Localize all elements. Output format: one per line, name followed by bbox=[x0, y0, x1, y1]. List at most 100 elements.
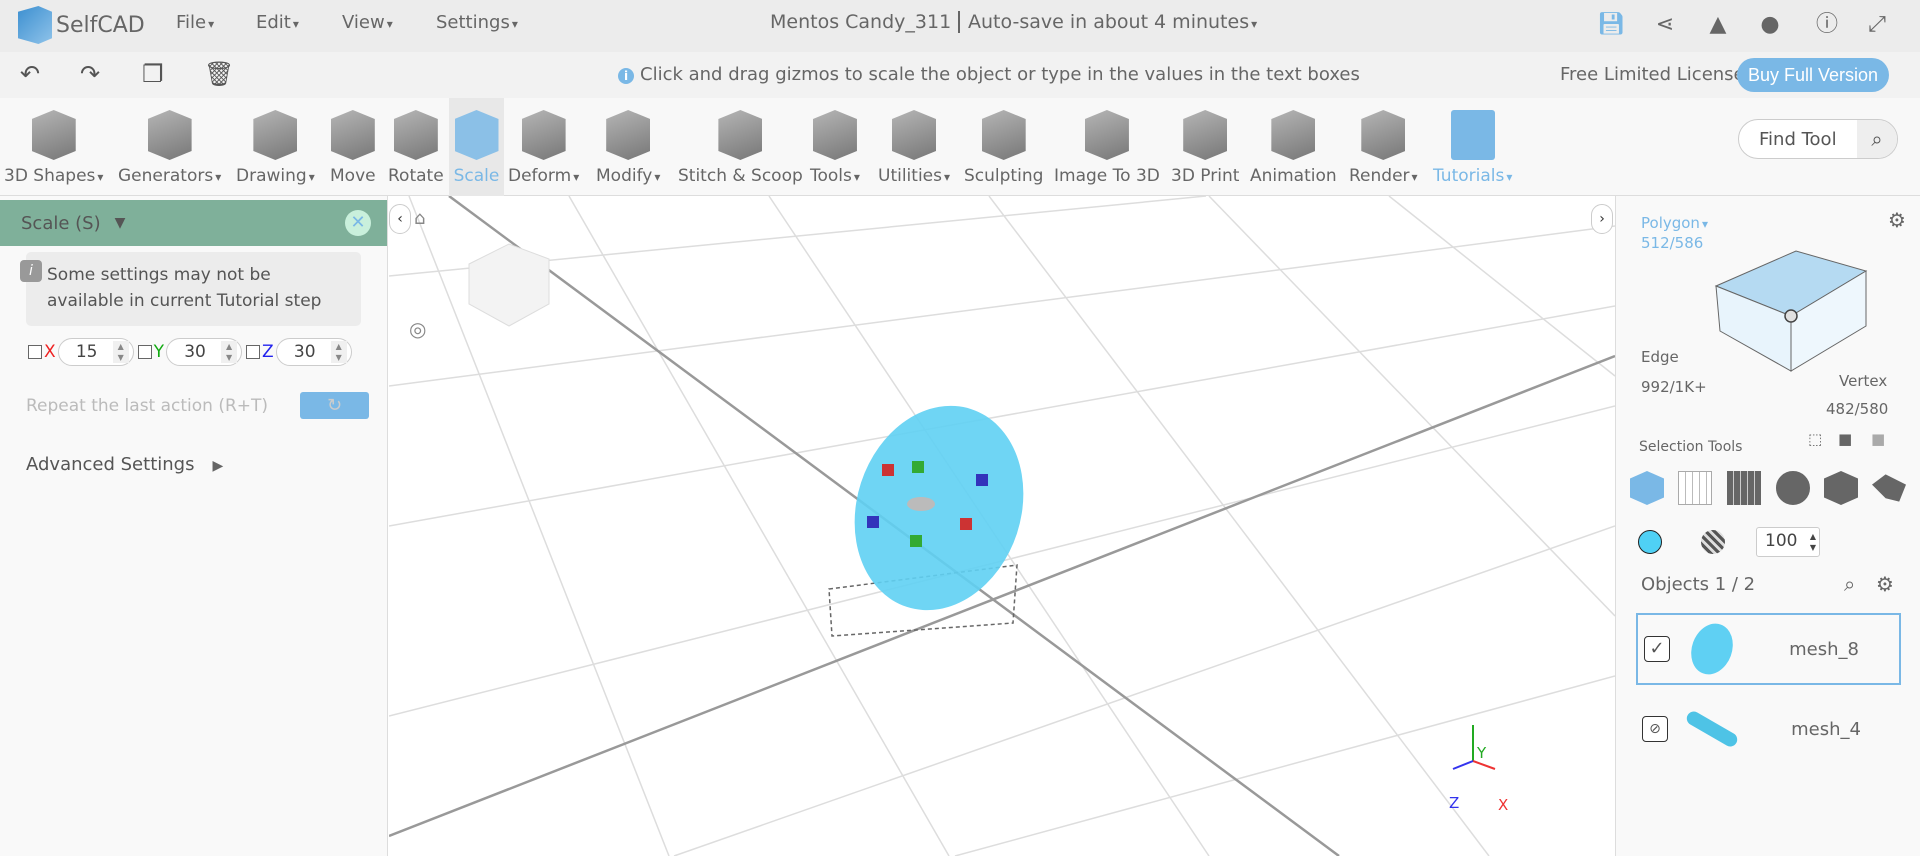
selection-mode-cube[interactable] bbox=[1706, 226, 1886, 376]
stepper-icon[interactable]: ▲ ▼ bbox=[221, 341, 238, 363]
action-bar: ↶ ↷ ❐ 🗑︎ i Click and drag gizmos to scale… bbox=[0, 52, 1920, 98]
save-icon[interactable]: 💾︎ bbox=[1596, 10, 1626, 40]
select-sphere-icon[interactable] bbox=[1776, 471, 1810, 505]
polygon-mode-dropdown[interactable]: Polygon bbox=[1641, 214, 1708, 232]
tool-rotate[interactable]: Rotate bbox=[388, 98, 444, 196]
x-lock-checkbox[interactable] bbox=[28, 345, 42, 359]
object-row-mesh-4[interactable]: ⊘ mesh_4 bbox=[1636, 693, 1901, 765]
mesh-8-thumbnail bbox=[1684, 617, 1740, 681]
axis-gizmo bbox=[1452, 725, 1496, 770]
axis-y-label: Y bbox=[1477, 744, 1487, 762]
cube-icon bbox=[31, 110, 76, 160]
menu-file[interactable]: File bbox=[176, 12, 214, 33]
bell-icon[interactable]: ▲ bbox=[1703, 10, 1733, 40]
vertex-label[interactable]: Vertex bbox=[1839, 372, 1887, 390]
material-icon[interactable] bbox=[1701, 530, 1725, 554]
panel-header[interactable]: Scale (S) ▼ ✕ bbox=[0, 200, 387, 246]
menu-settings[interactable]: Settings bbox=[436, 12, 518, 33]
info-icon: i bbox=[618, 68, 634, 84]
box-select-icon[interactable]: ⬚ bbox=[1808, 430, 1822, 448]
z-lock-checkbox[interactable] bbox=[246, 345, 261, 359]
tool-animation[interactable]: Animation bbox=[1250, 98, 1337, 196]
tool-utilities[interactable]: Utilities bbox=[878, 98, 950, 196]
caret-down-icon[interactable]: ▼ bbox=[115, 215, 126, 231]
y-lock-checkbox[interactable] bbox=[137, 345, 152, 359]
rotate-icon bbox=[393, 110, 438, 160]
document-title[interactable]: Mentos Candy_311 bbox=[770, 11, 951, 33]
tool-tutorials[interactable]: Tutorials bbox=[1433, 98, 1512, 196]
tool-deform[interactable]: Deform bbox=[508, 98, 579, 196]
modify-icon bbox=[606, 110, 651, 160]
info-icon[interactable]: ⓘ bbox=[1812, 10, 1842, 40]
y-scale-input[interactable]: 30 ▲ ▼ bbox=[166, 338, 243, 366]
menu-edit[interactable]: Edit bbox=[256, 12, 299, 33]
hint-text: i Click and drag gizmos to scale the obje… bbox=[618, 64, 1360, 85]
gear-icon[interactable]: ⚙ bbox=[1876, 572, 1894, 596]
color-swatch[interactable] bbox=[1638, 530, 1662, 554]
tool-sculpting[interactable]: Sculpting bbox=[964, 98, 1043, 196]
select-grid-icon[interactable] bbox=[1727, 471, 1761, 505]
polygon-count: 512/586 bbox=[1641, 234, 1704, 252]
visible-checkbox[interactable]: ✓ bbox=[1644, 636, 1670, 662]
redo-icon[interactable]: ↷ bbox=[80, 60, 100, 88]
find-tool-input[interactable]: Find Tool ⌕ bbox=[1738, 119, 1898, 159]
mesh-4-thumbnail bbox=[1684, 708, 1740, 750]
tool-render[interactable]: Render bbox=[1349, 98, 1418, 196]
undo-icon[interactable]: ↶ bbox=[20, 60, 40, 88]
vertex-count: 482/580 bbox=[1826, 400, 1889, 418]
mesh-8-object bbox=[854, 405, 1024, 611]
buy-full-version-button[interactable]: Buy Full Version bbox=[1737, 58, 1889, 92]
opacity-input[interactable]: 100 ▲ ▼ bbox=[1756, 527, 1820, 557]
tool-3d-print[interactable]: 3D Print bbox=[1171, 98, 1239, 196]
tool-3d-shapes[interactable]: 3D Shapes bbox=[4, 98, 103, 196]
user-icon[interactable]: ● bbox=[1755, 10, 1785, 40]
objects-count-label: Objects 1 / 2 bbox=[1641, 574, 1756, 595]
tool-drawing[interactable]: Drawing bbox=[236, 98, 315, 196]
menu-view[interactable]: View bbox=[342, 12, 393, 33]
tool-tools[interactable]: Tools bbox=[810, 98, 860, 196]
close-icon[interactable]: ✕ bbox=[345, 210, 371, 236]
tool-move[interactable]: Move bbox=[330, 98, 376, 196]
tool-scale[interactable]: Scale bbox=[449, 98, 504, 196]
fullscreen-icon[interactable]: ⤢ bbox=[1862, 10, 1892, 40]
select-object-icon[interactable] bbox=[1630, 471, 1664, 505]
gear-icon[interactable]: ⚙ bbox=[1888, 208, 1906, 232]
search-icon[interactable]: ⌕ bbox=[1844, 572, 1855, 596]
search-icon[interactable]: ⌕ bbox=[1857, 120, 1897, 158]
tool-stitch-scoop[interactable]: Stitch & Scoop bbox=[678, 98, 803, 196]
copy-icon[interactable]: ❐ bbox=[142, 60, 164, 88]
hidden-eye-icon[interactable]: ⊘ bbox=[1642, 716, 1668, 742]
z-scale-input[interactable]: 30 ▲ ▼ bbox=[275, 338, 352, 366]
collapse-left-panel-button[interactable]: ‹ bbox=[389, 204, 411, 234]
add-select-icon[interactable]: ■ bbox=[1838, 430, 1852, 448]
object-row-mesh-8[interactable]: ✓ mesh_8 bbox=[1636, 613, 1901, 685]
generator-icon bbox=[147, 110, 192, 160]
tool-modify[interactable]: Modify bbox=[596, 98, 660, 196]
axis-z-label: Z bbox=[1449, 794, 1460, 812]
share-icon[interactable]: ⋖ bbox=[1650, 10, 1680, 40]
x-scale-input[interactable]: 15 ▲ ▼ bbox=[57, 338, 134, 366]
tool-image-to-3d[interactable]: Image To 3D bbox=[1054, 98, 1160, 196]
delete-icon[interactable]: 🗑︎ bbox=[204, 60, 234, 88]
stepper-icon[interactable]: ▲ ▼ bbox=[1810, 531, 1816, 553]
tool-generators[interactable]: Generators bbox=[118, 98, 221, 196]
select-faces-icon[interactable] bbox=[1678, 471, 1712, 505]
selfcad-logo[interactable]: SelfCAD bbox=[18, 6, 145, 44]
select-plane-icon[interactable] bbox=[1872, 474, 1906, 502]
repeat-last-action-label: Repeat the last action (R+T) bbox=[26, 396, 269, 416]
image-icon bbox=[1084, 110, 1129, 160]
autosave-dropdown[interactable]: Auto-save in about 4 minutes bbox=[958, 11, 1257, 33]
tutorial-info-box: i Some settings may not be available in c… bbox=[20, 252, 361, 326]
3d-viewport[interactable]: ⌂ ◎ ‹ › Y X Z bbox=[389, 196, 1615, 856]
stepper-icon[interactable]: ▲ ▼ bbox=[330, 341, 347, 363]
axis-x-label: X bbox=[1498, 796, 1509, 814]
scale-values: X 15 ▲ ▼ Y 30 ▲ ▼ Z 30 ▲ ▼ bbox=[28, 338, 387, 366]
edge-label[interactable]: Edge bbox=[1641, 348, 1679, 366]
view-cube[interactable] bbox=[468, 243, 550, 327]
collapse-right-panel-button[interactable]: › bbox=[1591, 204, 1613, 234]
stepper-icon[interactable]: ▲ ▼ bbox=[112, 341, 129, 363]
volume-select-icon[interactable]: ■ bbox=[1871, 430, 1885, 448]
repeat-button[interactable]: ↻ bbox=[300, 392, 369, 419]
advanced-settings-toggle[interactable]: Advanced Settings ▶ bbox=[26, 454, 223, 475]
select-half-icon[interactable] bbox=[1824, 471, 1858, 505]
